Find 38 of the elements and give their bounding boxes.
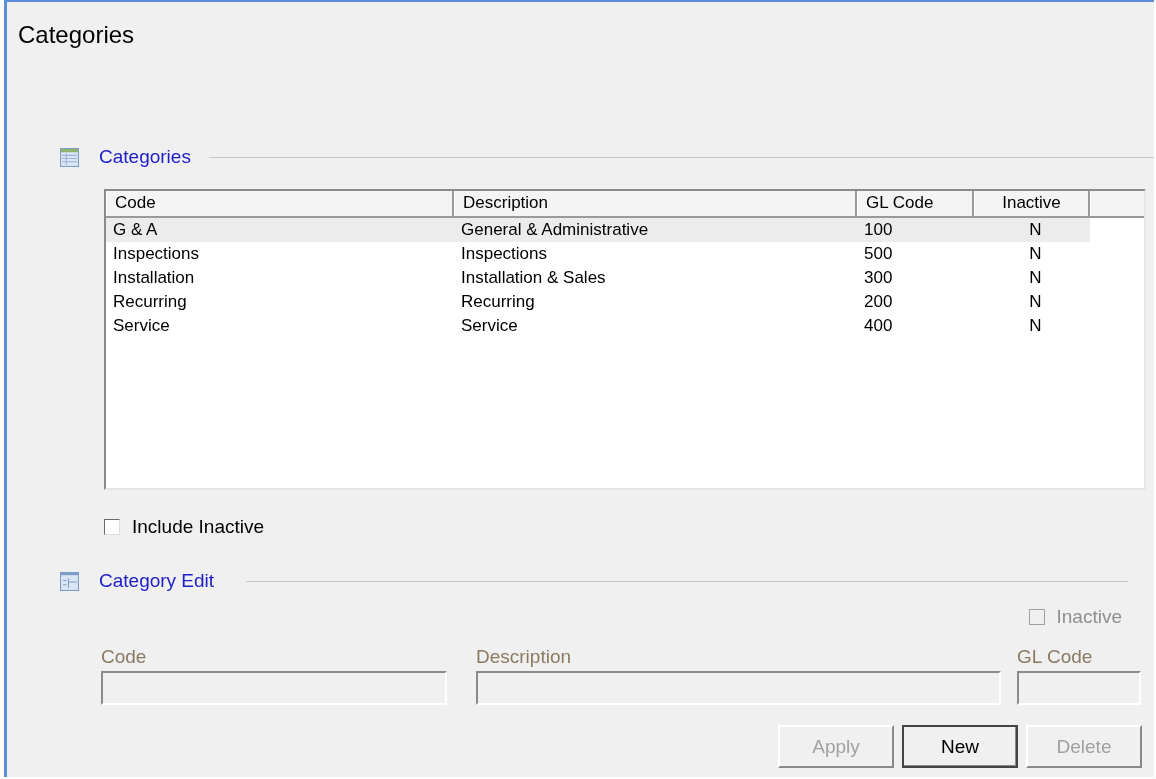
table-cell-text: Installation <box>112 267 196 289</box>
field-label: Description <box>476 645 573 669</box>
table-cell-text: 500 <box>863 243 894 265</box>
table-row[interactable]: Service Service 400 N <box>106 314 1090 338</box>
dialog-button[interactable]: New <box>902 725 1018 768</box>
field-label: GL Code <box>1017 645 1094 669</box>
table-cell-text: General & Administrative <box>460 219 650 241</box>
column-header[interactable]: GL Code <box>857 191 974 216</box>
column-header[interactable]: Inactive <box>974 191 1090 216</box>
table-icon <box>60 147 79 167</box>
table-cell-text: N <box>1028 291 1043 313</box>
table-cell-text: N <box>1028 267 1043 289</box>
table-cell-text: 100 <box>863 219 894 241</box>
table-cell-text: Recurring <box>460 291 536 313</box>
table-cell-text: N <box>1028 315 1043 337</box>
table-cell-text: 400 <box>863 315 894 337</box>
section-title: Category Edit <box>99 570 215 592</box>
table-row[interactable]: Inspections Inspections 500 N <box>106 242 1090 266</box>
table-cell-text: Inspections <box>112 243 200 265</box>
field-label: Code <box>101 645 148 669</box>
column-header[interactable]: Code <box>106 191 454 216</box>
form-icon <box>60 571 79 591</box>
table-row[interactable]: Recurring Recurring 200 N <box>106 290 1090 314</box>
table-cell-text: Inspections <box>460 243 548 265</box>
section-title: Categories <box>99 146 191 168</box>
table-cell-text: 200 <box>863 291 894 313</box>
window-title: Categories <box>18 20 136 50</box>
table-cell-text: Installation & Sales <box>460 267 607 289</box>
table-cell-text: N <box>1028 243 1043 265</box>
table-cell-text: Service <box>460 315 519 337</box>
table-row[interactable]: Installation Installation & Sales 300 N <box>106 266 1090 290</box>
column-header[interactable]: Description <box>454 191 857 216</box>
table-cell-text: Service <box>112 315 171 337</box>
table-cell-text: G & A <box>112 219 159 241</box>
table-cell-text: N <box>1028 219 1043 241</box>
table-cell-text: 300 <box>863 267 894 289</box>
table-cell-text: Recurring <box>112 291 188 313</box>
table-row[interactable]: G & A General & Administrative 100 N <box>106 218 1090 242</box>
